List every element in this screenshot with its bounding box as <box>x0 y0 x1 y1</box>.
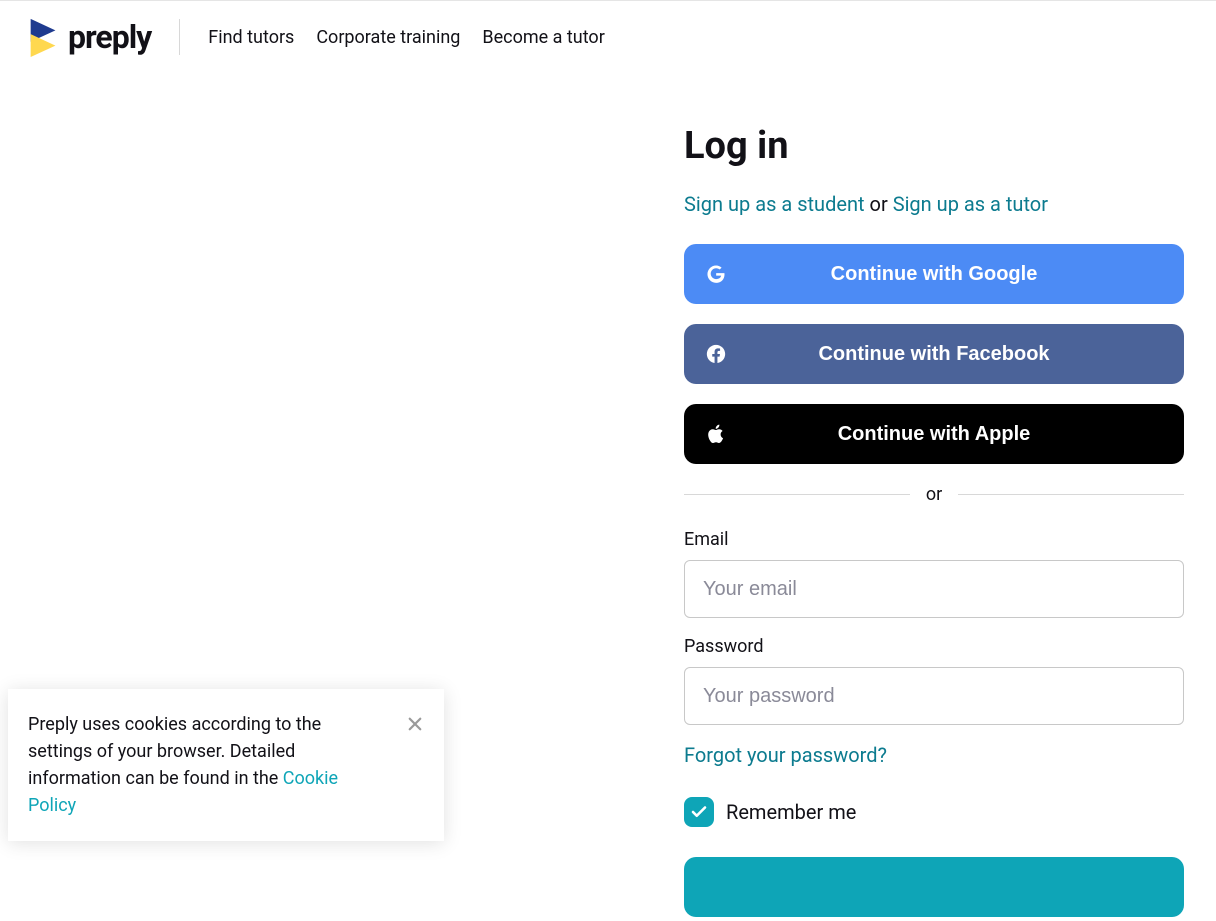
nav-become-tutor[interactable]: Become a tutor <box>482 27 604 48</box>
login-submit-button[interactable] <box>684 857 1184 917</box>
nav-corporate-training[interactable]: Corporate training <box>316 27 460 48</box>
brand-name: preply <box>68 18 151 56</box>
remember-checkbox[interactable] <box>684 797 714 827</box>
google-icon <box>704 262 728 286</box>
continue-facebook-button[interactable]: Continue with Facebook <box>684 324 1184 384</box>
cookie-text: Preply uses cookies according to the set… <box>28 714 321 789</box>
divider: or <box>684 484 1184 505</box>
apple-icon <box>704 422 728 446</box>
cookie-close-button[interactable] <box>404 713 426 735</box>
password-field[interactable] <box>684 667 1184 725</box>
nav-find-tutors[interactable]: Find tutors <box>208 27 294 48</box>
nav: Find tutors Corporate training Become a … <box>208 27 605 48</box>
apple-button-label: Continue with Apple <box>704 423 1164 446</box>
google-button-label: Continue with Google <box>704 263 1164 286</box>
email-field[interactable] <box>684 560 1184 618</box>
facebook-icon <box>704 342 728 366</box>
brand-logo[interactable]: preply <box>28 17 151 57</box>
signup-prompt: Sign up as a student or Sign up as a tut… <box>684 192 1184 216</box>
email-label: Email <box>684 529 1184 550</box>
login-form: Log in Sign up as a student or Sign up a… <box>684 124 1184 921</box>
logo-mark-icon <box>28 17 60 57</box>
continue-google-button[interactable]: Continue with Google <box>684 244 1184 304</box>
password-label: Password <box>684 636 1184 657</box>
signup-student-link[interactable]: Sign up as a student <box>684 192 865 216</box>
forgot-password-link[interactable]: Forgot your password? <box>684 743 887 767</box>
page-title: Log in <box>684 124 1184 168</box>
check-icon <box>690 803 708 821</box>
header: preply Find tutors Corporate training Be… <box>0 1 1216 74</box>
remember-label: Remember me <box>726 800 856 824</box>
signup-tutor-link[interactable]: Sign up as a tutor <box>893 192 1048 216</box>
remember-row: Remember me <box>684 797 1184 827</box>
signup-or: or <box>870 192 888 216</box>
nav-divider <box>179 19 180 55</box>
continue-apple-button[interactable]: Continue with Apple <box>684 404 1184 464</box>
divider-text: or <box>926 484 942 505</box>
divider-line-left <box>684 494 910 495</box>
cookie-notice: Preply uses cookies according to the set… <box>8 689 444 841</box>
close-icon <box>406 715 424 733</box>
facebook-button-label: Continue with Facebook <box>704 343 1164 366</box>
divider-line-right <box>958 494 1184 495</box>
